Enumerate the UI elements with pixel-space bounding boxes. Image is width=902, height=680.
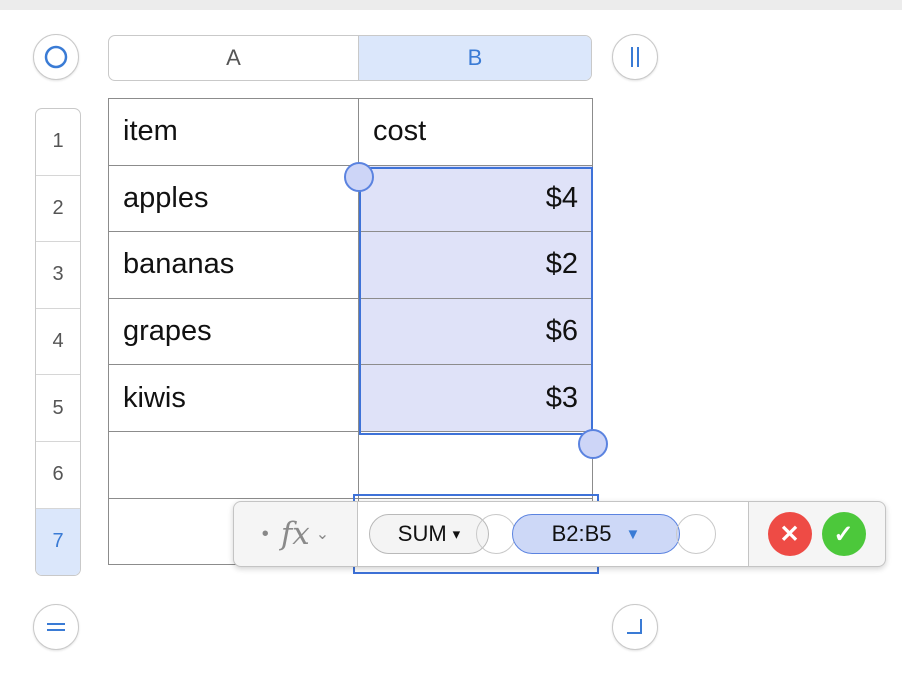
cell-b5[interactable]: $3 bbox=[358, 364, 593, 432]
row-header-2[interactable]: 2 bbox=[36, 176, 80, 243]
cell-a4[interactable]: grapes bbox=[108, 297, 359, 366]
column-handle-button[interactable] bbox=[612, 34, 658, 80]
function-token-sum[interactable]: SUM ▾ bbox=[369, 514, 489, 554]
row-header-4[interactable]: 4 bbox=[36, 309, 80, 376]
table-row: kiwis $3 bbox=[108, 364, 593, 432]
function-menu-button[interactable]: • fx ⌄ bbox=[234, 502, 358, 566]
dropdown-arrow-icon: ▼ bbox=[625, 525, 641, 543]
dropdown-arrow-icon: ▾ bbox=[452, 526, 461, 543]
table-row: item cost bbox=[108, 98, 593, 166]
select-table-button[interactable] bbox=[33, 34, 79, 80]
row-header-bar: 1 2 3 4 5 6 7 bbox=[35, 108, 81, 576]
function-token-label: SUM bbox=[397, 521, 447, 546]
cell-b1[interactable]: cost bbox=[358, 98, 593, 166]
selection-start-handle[interactable] bbox=[344, 162, 374, 192]
formula-actions: ✕ ✓ bbox=[748, 502, 884, 566]
column-header-b[interactable]: B bbox=[359, 36, 591, 80]
close-paren-icon bbox=[676, 514, 716, 554]
range-token[interactable]: B2:B5 ▼ bbox=[512, 514, 680, 554]
cell-a1[interactable]: item bbox=[108, 98, 359, 166]
cancel-formula-button[interactable]: ✕ bbox=[767, 512, 812, 556]
cell-b4[interactable]: $6 bbox=[358, 297, 593, 366]
cell-b3[interactable]: $2 bbox=[358, 231, 593, 299]
fx-icon: fx bbox=[280, 516, 310, 552]
row-header-6[interactable]: 6 bbox=[36, 442, 80, 509]
cell-a6[interactable] bbox=[108, 430, 359, 499]
open-paren-icon bbox=[476, 514, 516, 554]
formula-editor: • fx ⌄ SUM ▾ B2:B5 ▼ ✕ ✓ bbox=[233, 501, 886, 567]
cell-b2[interactable]: $4 bbox=[358, 164, 593, 233]
accept-formula-button[interactable]: ✓ bbox=[821, 512, 866, 556]
selection-end-handle[interactable] bbox=[578, 429, 608, 459]
table-row: grapes $6 bbox=[108, 297, 593, 366]
formula-input[interactable]: SUM ▾ B2:B5 ▼ bbox=[358, 502, 748, 566]
chevron-down-icon: ⌄ bbox=[315, 526, 330, 543]
range-token-label: B2:B5 bbox=[551, 521, 612, 546]
bullet-icon: • bbox=[261, 522, 269, 545]
row-handle-button[interactable] bbox=[33, 604, 79, 650]
cell-a3[interactable]: bananas bbox=[108, 231, 359, 299]
row-header-5[interactable]: 5 bbox=[36, 375, 80, 442]
row-header-3[interactable]: 3 bbox=[36, 242, 80, 309]
table-row: bananas $2 bbox=[108, 231, 593, 299]
column-header-a[interactable]: A bbox=[109, 36, 359, 80]
row-header-7[interactable]: 7 bbox=[36, 508, 80, 575]
close-icon: ✕ bbox=[779, 520, 800, 548]
row-equals-icon bbox=[47, 623, 65, 631]
cell-a2[interactable]: apples bbox=[108, 164, 359, 233]
circle-select-table-icon bbox=[44, 45, 68, 69]
row-header-1[interactable]: 1 bbox=[36, 109, 80, 176]
cell-b6[interactable] bbox=[358, 430, 593, 499]
resize-corner-icon bbox=[627, 619, 642, 634]
column-header-bar: A B bbox=[108, 35, 592, 81]
checkmark-icon: ✓ bbox=[833, 520, 854, 548]
resize-table-button[interactable] bbox=[612, 604, 658, 650]
cell-a5[interactable]: kiwis bbox=[108, 364, 359, 432]
column-pause-icon bbox=[631, 47, 639, 67]
table-row bbox=[108, 430, 593, 499]
